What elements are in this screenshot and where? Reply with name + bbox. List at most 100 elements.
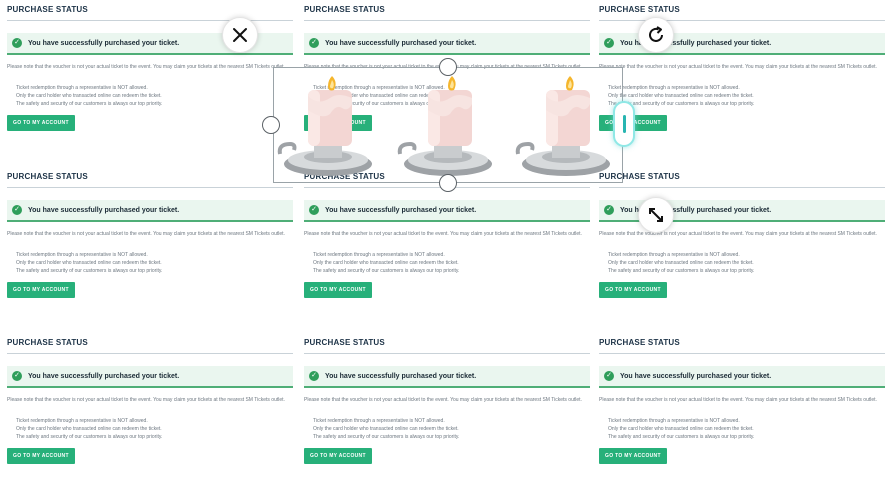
policy-list: Ticket redemption through a representati… xyxy=(599,251,885,275)
policy-list: Ticket redemption through a representati… xyxy=(304,417,590,441)
resize-button[interactable] xyxy=(638,197,674,233)
purchase-status-panel: PURCHASE STATUS ✓ You have successfully pu… xyxy=(7,338,293,464)
policy-item: Only the card holder who transacted onli… xyxy=(608,259,885,267)
go-to-my-account-button[interactable]: GO TO MY ACCOUNT xyxy=(304,448,372,464)
success-message: You have successfully purchased your tic… xyxy=(325,372,477,380)
divider xyxy=(7,353,293,354)
check-circle-icon: ✓ xyxy=(12,38,22,48)
left-resize-handle[interactable] xyxy=(262,116,280,134)
policy-item: Ticket redemption through a representati… xyxy=(313,417,590,425)
check-circle-icon: ✓ xyxy=(12,371,22,381)
purchase-status-panel: PURCHASE STATUS ✓ You have successfully pu… xyxy=(7,172,293,298)
grip-bar xyxy=(622,115,626,133)
policy-item: Ticket redemption through a representati… xyxy=(16,251,293,259)
voucher-notice: Please note that the voucher is not your… xyxy=(599,231,877,237)
policy-item: Ticket redemption through a representati… xyxy=(16,417,293,425)
go-to-my-account-button[interactable]: GO TO MY ACCOUNT xyxy=(7,282,75,298)
go-to-my-account-button[interactable]: GO TO MY ACCOUNT xyxy=(7,448,75,464)
check-circle-icon: ✓ xyxy=(12,205,22,215)
panel-title: PURCHASE STATUS xyxy=(304,5,385,14)
voucher-notice: Please note that the voucher is not your… xyxy=(599,397,877,403)
go-to-my-account-button[interactable]: GO TO MY ACCOUNT xyxy=(304,282,372,298)
candle-sticker-3[interactable] xyxy=(514,68,624,182)
success-banner: ✓ You have successfully purchased your ti… xyxy=(304,200,590,222)
success-message: You have successfully purchased your tic… xyxy=(28,206,180,214)
go-to-my-account-button[interactable]: GO TO MY ACCOUNT xyxy=(599,448,667,464)
check-circle-icon: ✓ xyxy=(604,371,614,381)
close-button[interactable] xyxy=(222,17,258,53)
policy-item: Ticket redemption through a representati… xyxy=(608,84,885,92)
policy-item: Only the card holder who transacted onli… xyxy=(608,92,885,100)
policy-item: Only the card holder who transacted onli… xyxy=(16,92,293,100)
close-icon xyxy=(233,28,247,42)
check-circle-icon: ✓ xyxy=(309,371,319,381)
voucher-notice: Please note that the voucher is not your… xyxy=(304,397,582,403)
policy-item: The safety and security of our customers… xyxy=(16,267,293,275)
success-message: You have successfully purchased your tic… xyxy=(620,372,772,380)
success-banner: ✓ You have successfully purchased your ti… xyxy=(599,366,885,388)
policy-item: The safety and security of our customers… xyxy=(313,433,590,441)
check-circle-icon: ✓ xyxy=(604,205,614,215)
divider xyxy=(7,187,293,188)
top-resize-handle[interactable] xyxy=(439,58,457,76)
panel-title: PURCHASE STATUS xyxy=(599,338,680,347)
policy-item: Only the card holder who transacted onli… xyxy=(16,259,293,267)
policy-item: The safety and security of our customers… xyxy=(313,267,590,275)
width-drag-handle[interactable] xyxy=(613,101,635,147)
success-message: You have successfully purchased your tic… xyxy=(28,39,180,47)
policy-item: Only the card holder who transacted onli… xyxy=(608,425,885,433)
policy-item: The safety and security of our customers… xyxy=(16,433,293,441)
resize-icon xyxy=(649,208,663,222)
success-message: You have successfully purchased your tic… xyxy=(28,372,180,380)
purchase-status-panel: PURCHASE STATUS ✓ You have successfully pu… xyxy=(599,338,885,464)
purchase-status-panel: PURCHASE STATUS ✓ You have successfully pu… xyxy=(304,338,590,464)
policy-item: Ticket redemption through a representati… xyxy=(608,251,885,259)
success-message: You have successfully purchased your tic… xyxy=(325,39,477,47)
policy-item: Only the card holder who transacted onli… xyxy=(313,259,590,267)
voucher-notice: Please note that the voucher is not your… xyxy=(599,64,877,70)
policy-list: Ticket redemption through a representati… xyxy=(7,251,293,275)
success-banner: ✓ You have successfully purchased your ti… xyxy=(7,200,293,222)
purchase-status-panel: PURCHASE STATUS ✓ You have successfully pu… xyxy=(599,172,885,298)
policy-list: Ticket redemption through a representati… xyxy=(599,417,885,441)
policy-item: Only the card holder who transacted onli… xyxy=(313,425,590,433)
divider xyxy=(304,353,590,354)
bottom-resize-handle[interactable] xyxy=(439,174,457,192)
policy-list: Ticket redemption through a representati… xyxy=(304,251,590,275)
divider xyxy=(599,353,885,354)
panel-title: PURCHASE STATUS xyxy=(7,5,88,14)
policy-list: Ticket redemption through a representati… xyxy=(7,84,293,108)
success-banner: ✓ You have successfully purchased your ti… xyxy=(304,33,590,55)
voucher-notice: Please note that the voucher is not your… xyxy=(7,231,285,237)
divider xyxy=(599,187,885,188)
policy-item: The safety and security of our customers… xyxy=(608,100,885,108)
policy-item: The safety and security of our customers… xyxy=(608,267,885,275)
rotate-icon xyxy=(649,26,663,42)
panel-title: PURCHASE STATUS xyxy=(599,172,680,181)
policy-item: Ticket redemption through a representati… xyxy=(313,251,590,259)
policy-item: Ticket redemption through a representati… xyxy=(16,84,293,92)
go-to-my-account-button[interactable]: GO TO MY ACCOUNT xyxy=(599,282,667,298)
check-circle-icon: ✓ xyxy=(604,38,614,48)
voucher-notice: Please note that the voucher is not your… xyxy=(304,231,582,237)
rotate-button[interactable] xyxy=(638,17,674,53)
divider xyxy=(599,20,885,21)
policy-item: Only the card holder who transacted onli… xyxy=(16,425,293,433)
go-to-my-account-button[interactable]: GO TO MY ACCOUNT xyxy=(7,115,75,131)
success-banner: ✓ You have successfully purchased your ti… xyxy=(7,366,293,388)
policy-item: The safety and security of our customers… xyxy=(608,433,885,441)
candle-sticker-1[interactable] xyxy=(276,68,386,182)
success-banner: ✓ You have successfully purchased your ti… xyxy=(304,366,590,388)
divider xyxy=(304,20,590,21)
policy-list: Ticket redemption through a representati… xyxy=(7,417,293,441)
check-circle-icon: ✓ xyxy=(309,205,319,215)
check-circle-icon: ✓ xyxy=(309,38,319,48)
policy-list: Ticket redemption through a representati… xyxy=(599,84,885,108)
success-message: You have successfully purchased your tic… xyxy=(325,206,477,214)
candle-sticker-2[interactable] xyxy=(396,68,506,182)
panel-title: PURCHASE STATUS xyxy=(599,5,680,14)
panel-title: PURCHASE STATUS xyxy=(7,338,88,347)
panel-title: PURCHASE STATUS xyxy=(304,338,385,347)
voucher-notice: Please note that the voucher is not your… xyxy=(7,397,285,403)
policy-item: The safety and security of our customers… xyxy=(16,100,293,108)
